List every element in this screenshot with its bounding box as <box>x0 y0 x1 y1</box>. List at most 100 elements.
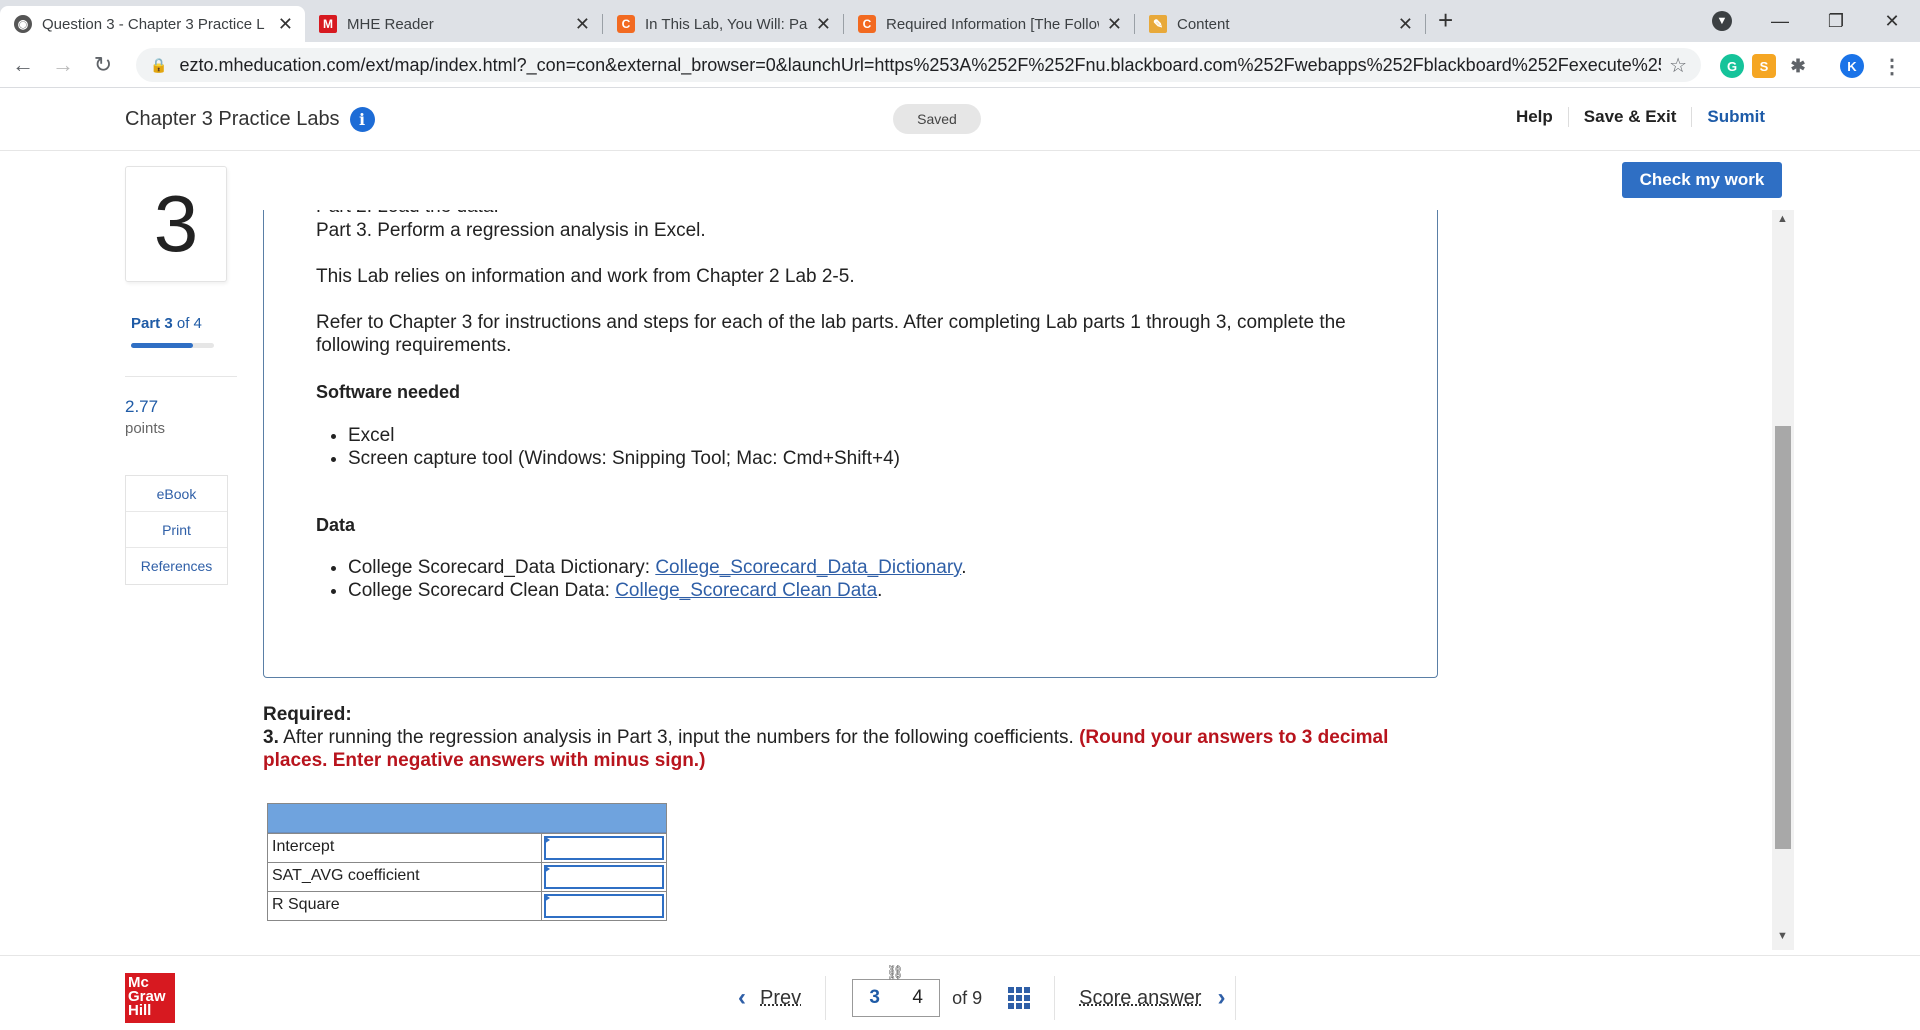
rail-divider <box>125 376 237 377</box>
lab-part2-line: Part 2. Load the data. <box>316 210 499 218</box>
software-item: Screen capture tool (Windows: Snipping T… <box>348 447 900 470</box>
submit-button[interactable]: Submit <box>1692 107 1780 127</box>
menu-kebab-icon[interactable]: ⋮ <box>1880 54 1904 78</box>
entry-flag-icon <box>544 865 550 873</box>
header-actions: Help Save & Exit Submit <box>1501 107 1780 127</box>
link-icon[interactable]: ⛓ <box>886 964 904 981</box>
pencil-icon: ✎ <box>1149 15 1167 33</box>
help-button[interactable]: Help <box>1501 107 1569 127</box>
reload-icon[interactable]: ↻ <box>86 52 120 78</box>
forward-icon[interactable]: → <box>46 52 80 78</box>
check-my-work-button[interactable]: Check my work <box>1622 162 1782 198</box>
grammarly-icon[interactable]: G <box>1720 54 1744 78</box>
intercept-input[interactable] <box>544 836 664 860</box>
browser-tab-mhe-reader[interactable]: M MHE Reader ✕ <box>305 6 602 42</box>
close-icon[interactable]: ✕ <box>278 14 293 35</box>
lab-relies-text: This Lab relies on information and work … <box>316 266 855 287</box>
browser-tab-lab[interactable]: C In This Lab, You Will: Part 1. Ident ✕ <box>603 6 843 42</box>
table-row: R Square <box>268 891 666 920</box>
score-answer-button[interactable]: Score answer › <box>1079 976 1237 1020</box>
data-item-suffix: . <box>877 580 883 601</box>
answer-table-header <box>268 804 666 833</box>
data-item-suffix: . <box>961 557 967 578</box>
lock-icon: 🔒 <box>150 56 168 73</box>
app-header: Chapter 3 Practice Labs i Saved Help Sav… <box>0 89 1920 151</box>
globe-icon: ◉ <box>14 15 32 33</box>
part-progress-bar <box>131 343 214 348</box>
page-of: of 9 <box>952 987 983 1008</box>
answer-cell <box>542 863 666 891</box>
part-current: 3 <box>164 315 173 332</box>
assignment-title: Chapter 3 Practice Labs i <box>125 107 375 132</box>
page-next[interactable]: 4 <box>912 987 923 1009</box>
question-pager: ‹ Prev ⛓ 3 4 of 9 Score answer › <box>714 964 1237 1020</box>
answer-table: Intercept SAT_AVG coefficient R Square <box>267 803 667 921</box>
part-progress-fill <box>131 343 194 348</box>
sat-avg-coefficient-input[interactable] <box>544 865 664 889</box>
close-icon[interactable]: ✕ <box>575 14 590 35</box>
scroll-down-arrow-icon[interactable]: ▼ <box>1777 930 1788 942</box>
data-item-prefix: College Scorecard Clean Data: <box>348 580 616 601</box>
mhe-m-icon: M <box>319 15 337 33</box>
page-current[interactable]: 3 <box>869 987 880 1009</box>
prev-label: Prev <box>760 986 802 1009</box>
software-list: Excel Screen capture tool (Windows: Snip… <box>348 424 900 470</box>
profile-avatar[interactable]: K <box>1840 54 1864 78</box>
tab-divider <box>1425 14 1426 34</box>
save-exit-button[interactable]: Save & Exit <box>1569 107 1693 127</box>
ebook-button[interactable]: eBook <box>126 476 227 512</box>
row-label-r-square: R Square <box>268 892 542 920</box>
back-icon[interactable]: ← <box>6 52 40 78</box>
required-text: 3. After running the regression analysis… <box>263 726 1443 772</box>
grid-view-icon[interactable] <box>1008 976 1056 1020</box>
data-heading: Data <box>316 515 356 535</box>
chevron-right-icon: › <box>1217 984 1226 1011</box>
browser-tab-content[interactable]: ✎ Content ✕ <box>1135 6 1425 42</box>
tab-title: In This Lab, You Will: Part 1. Ident <box>645 15 808 33</box>
saved-badge: Saved <box>893 104 981 134</box>
url-omnibox[interactable]: 🔒 ezto.mheducation.com/ext/map/index.htm… <box>136 48 1701 82</box>
close-icon[interactable]: ✕ <box>1107 14 1122 35</box>
required-heading: Required: <box>263 704 352 725</box>
tab-search-icon[interactable]: ▼ <box>1712 11 1732 31</box>
extension-badge-icon[interactable]: S <box>1752 54 1776 78</box>
answer-cell <box>542 892 666 920</box>
references-button[interactable]: References <box>126 548 227 584</box>
close-window-icon[interactable]: ✕ <box>1864 11 1920 32</box>
score-answer-label: Score answer <box>1079 986 1202 1009</box>
browser-tab-question[interactable]: ◉ Question 3 - Chapter 3 Practice L ✕ <box>0 6 305 42</box>
tab-title: Content <box>1177 15 1230 33</box>
prev-button[interactable]: ‹ Prev <box>714 976 827 1020</box>
chevron-left-icon: ‹ <box>738 984 746 1011</box>
info-icon[interactable]: i <box>349 107 375 132</box>
puzzle-extensions-icon[interactable]: ✱ <box>1786 54 1810 78</box>
data-dictionary-link[interactable]: College_Scorecard_Data_Dictionary <box>655 557 961 578</box>
minimize-icon[interactable]: — <box>1752 11 1808 32</box>
scroll-up-arrow-icon[interactable]: ▲ <box>1777 213 1788 225</box>
logo-line: Hill <box>128 1002 152 1019</box>
part-of: of 4 <box>176 315 202 332</box>
clean-data-link[interactable]: College_Scorecard Clean Data <box>615 580 877 601</box>
row-label-sat-avg: SAT_AVG coefficient <box>268 863 542 891</box>
answer-cell <box>542 834 666 862</box>
points-label: points <box>125 420 166 437</box>
tab-title: Question 3 - Chapter 3 Practice L <box>42 15 265 33</box>
data-item: College Scorecard_Data Dictionary: Colle… <box>348 556 967 579</box>
row-label-intercept: Intercept <box>268 834 542 862</box>
close-icon[interactable]: ✕ <box>1398 14 1413 35</box>
data-item: College Scorecard Clean Data: College_Sc… <box>348 579 967 602</box>
bookmark-star-icon[interactable]: ☆ <box>1669 53 1687 78</box>
browser-tab-required-info[interactable]: C Required Information [The Follow ✕ <box>844 6 1134 42</box>
print-button[interactable]: Print <box>126 512 227 548</box>
scrollbar-thumb[interactable] <box>1775 426 1791 849</box>
r-square-input[interactable] <box>544 894 664 918</box>
lab-instructions-box: Part 2. Load the data. Part 3. Perform a… <box>263 210 1438 678</box>
tab-title: Required Information [The Follow <box>886 15 1099 33</box>
page-selector: ⛓ 3 4 <box>852 964 941 1017</box>
url-text: ezto.mheducation.com/ext/map/index.html?… <box>179 54 1662 75</box>
question-number: 3 <box>125 166 227 282</box>
tab-title: MHE Reader <box>347 15 434 33</box>
new-tab-icon[interactable]: + <box>1438 5 1453 36</box>
restore-icon[interactable]: ❐ <box>1808 11 1864 32</box>
close-icon[interactable]: ✕ <box>816 14 831 35</box>
